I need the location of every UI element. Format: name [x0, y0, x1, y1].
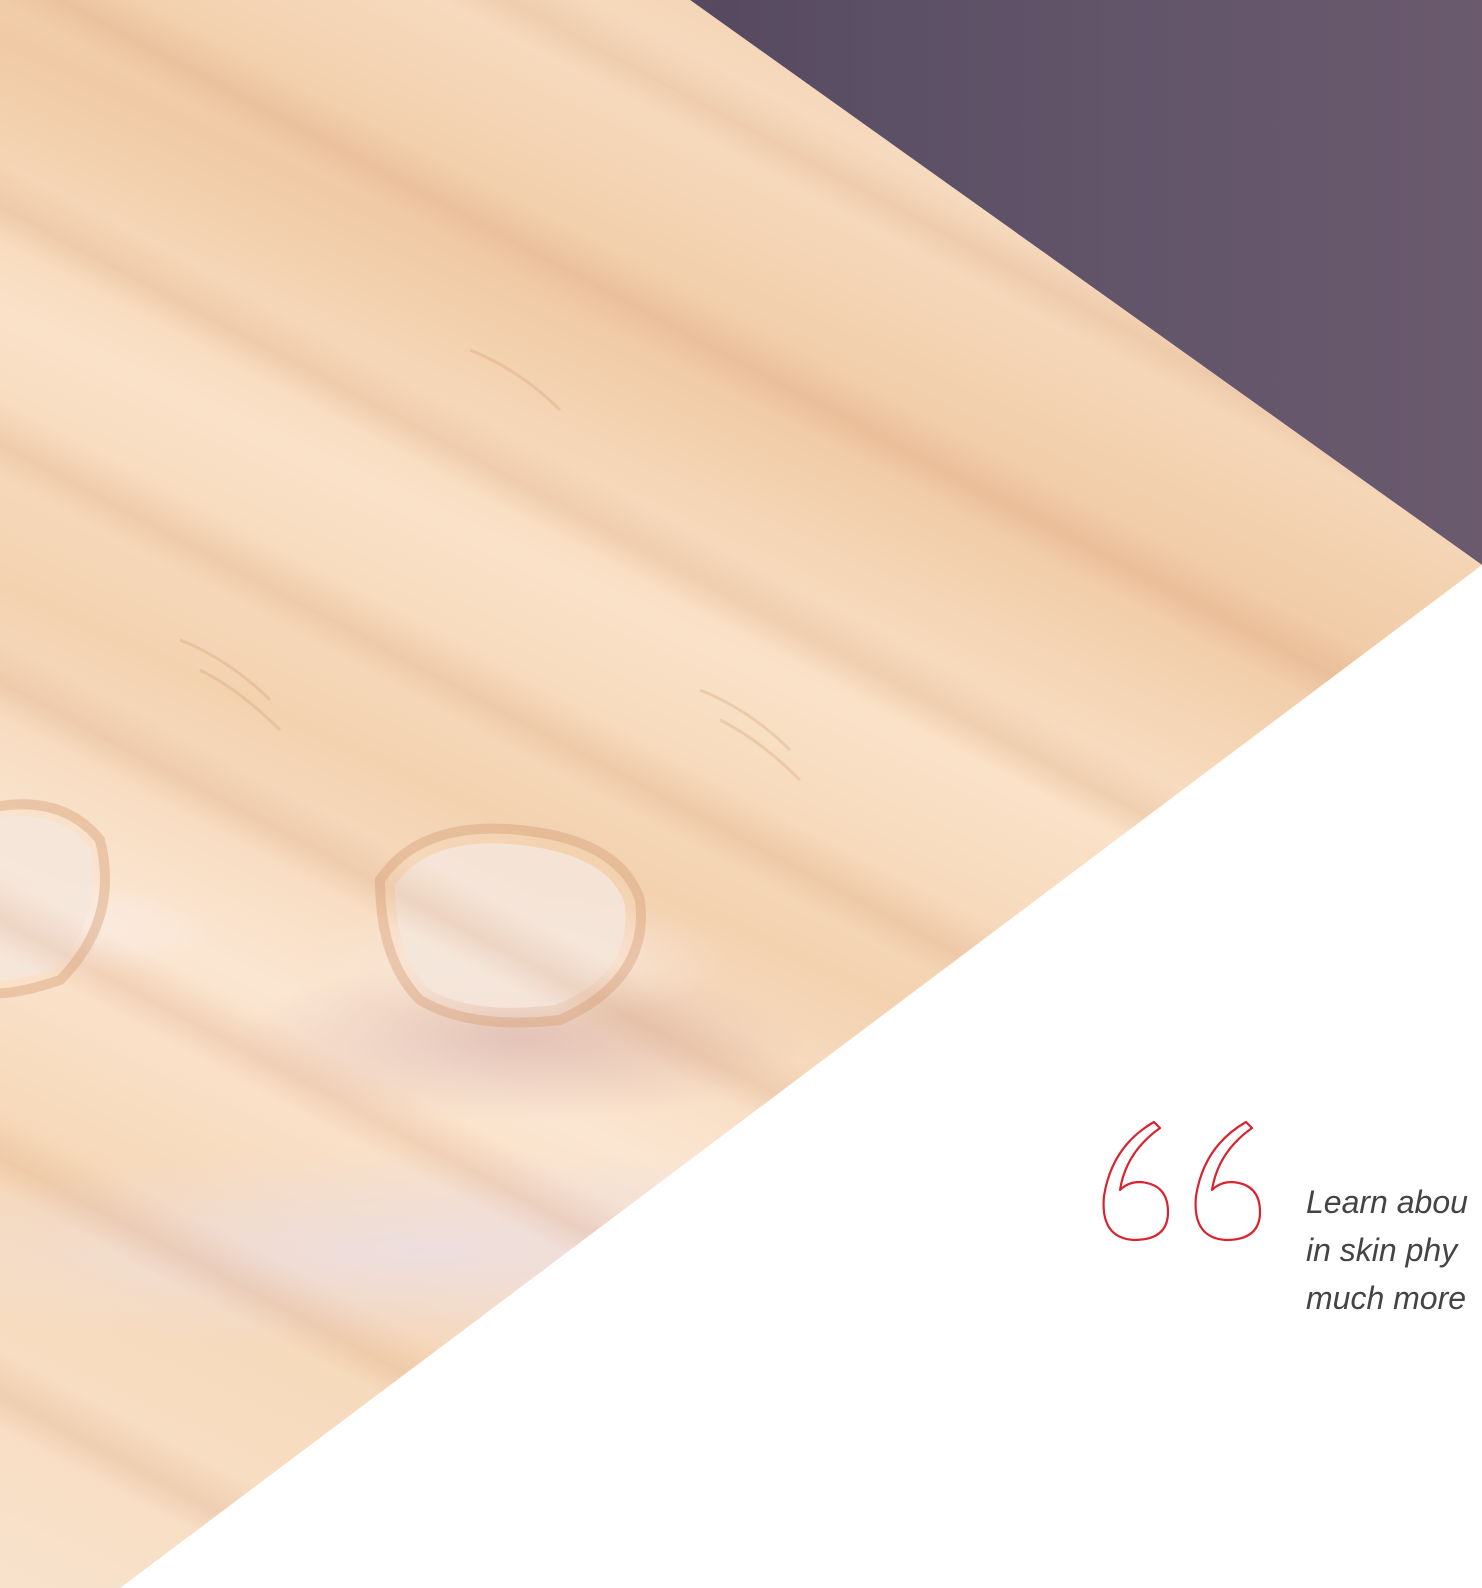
quote-line: Learn abou [1306, 1184, 1468, 1220]
quote-line: in skin phy [1306, 1232, 1458, 1268]
quote-line: much more [1306, 1280, 1467, 1316]
page: Learn abou in skin phy much more [0, 0, 1482, 1588]
quote-open-icon [1102, 1120, 1262, 1242]
quote-text: Learn abou in skin phy much more [1306, 1178, 1482, 1322]
